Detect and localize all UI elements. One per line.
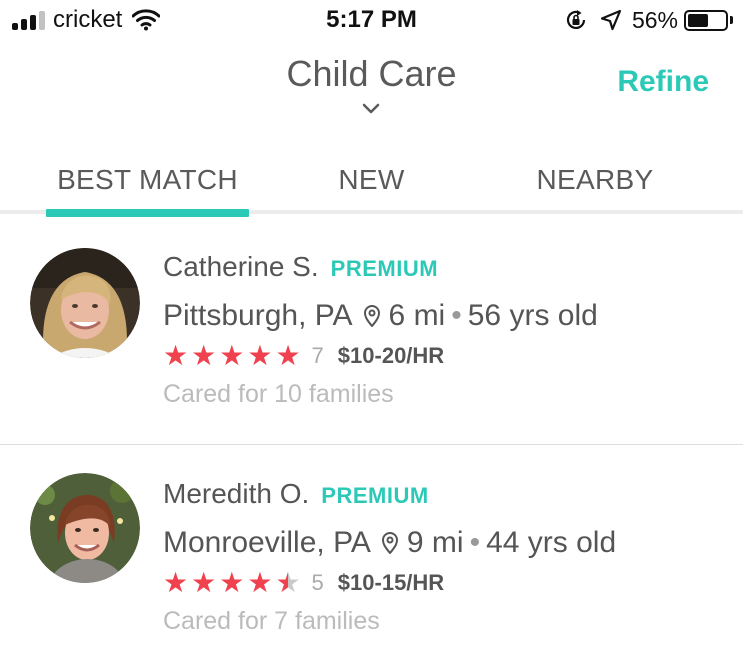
star-icon-full: ★ [219,340,245,371]
tab-best-match[interactable]: BEST MATCH [46,148,249,214]
caregiver-age: 56 yrs old [467,299,598,332]
location-arrow-icon [600,9,622,31]
caregiver-age: 44 yrs old [486,526,617,559]
star-icon-full: ★ [163,567,189,598]
premium-badge: PREMIUM [330,256,439,281]
review-count: 7 [311,343,324,368]
caregiver-name-text: Meredith O. [163,478,310,509]
separator-dot: • [451,299,462,332]
app-screen: cricket 5:17 PM 56% Child Care Refine BE… [0,0,743,667]
review-count: 5 [311,570,324,595]
star-icon-full: ★ [191,340,217,371]
star-icon-half: ★ [275,567,301,598]
avatar [30,248,140,358]
rating-row: ★ ★ ★ ★ ★ 5 $10-15/HR [163,568,444,598]
families-cared: Cared for 10 families [163,380,394,408]
star-icon-full: ★ [247,340,273,371]
battery-level [688,13,709,27]
caregiver-row[interactable]: Catherine S. PREMIUM Pittsburgh, PA 6 mi • 5… [0,218,743,446]
chevron-down-icon[interactable] [359,100,383,118]
caregiver-location: Pittsburgh, PA 6 mi • 56 yrs old [163,297,598,335]
premium-badge: PREMIUM [321,483,429,508]
caregiver-city: Monroeville, PA [163,526,371,559]
families-cared: Cared for 7 families [163,607,380,635]
rating-row: ★ ★ ★ ★ ★ 7 $10-20/HR [163,341,444,371]
battery-nub [730,16,733,24]
caregiver-location: Monroeville, PA 9 mi • 44 yrs old [163,524,616,562]
location-pin-icon [381,532,398,554]
battery-icon [684,9,728,31]
star-icon-full: ★ [275,340,301,371]
separator-dot: • [469,526,481,559]
caregiver-distance: 9 mi [406,526,464,559]
active-tab-indicator [46,209,249,217]
star-icon-full: ★ [191,567,217,598]
caregiver-city: Pittsburgh, PA [163,299,353,332]
caregiver-distance: 6 mi [388,299,446,332]
status-bar: cricket 5:17 PM 56% [0,0,743,40]
status-right: 56% [564,5,733,35]
battery-percent: 56% [631,6,678,33]
caregiver-name-text: Catherine S. [163,251,319,282]
tab-nearby[interactable]: NEARBY [505,148,685,214]
hourly-rate: $10-15/HR [337,570,445,595]
caregiver-name: Meredith O. PREMIUM [163,476,429,514]
star-icon-full: ★ [247,567,273,598]
location-pin-icon [363,305,380,327]
rotation-lock-icon [566,10,586,29]
caregiver-row[interactable]: Meredith O. PREMIUM Monroeville, PA 9 mi • 4… [0,445,743,667]
star-icon-full: ★ [219,567,245,598]
tab-bar: BEST MATCH NEW NEARBY [0,148,743,214]
star-rating: ★ ★ ★ ★ ★ [163,341,304,371]
caregiver-name: Catherine S. PREMIUM [163,249,438,287]
hourly-rate: $10-20/HR [337,343,445,368]
star-icon-full: ★ [163,340,189,371]
avatar [30,473,140,583]
refine-button[interactable]: Refine [617,62,709,102]
star-rating: ★ ★ ★ ★ ★ [163,568,304,598]
tab-new[interactable]: NEW [300,148,443,214]
